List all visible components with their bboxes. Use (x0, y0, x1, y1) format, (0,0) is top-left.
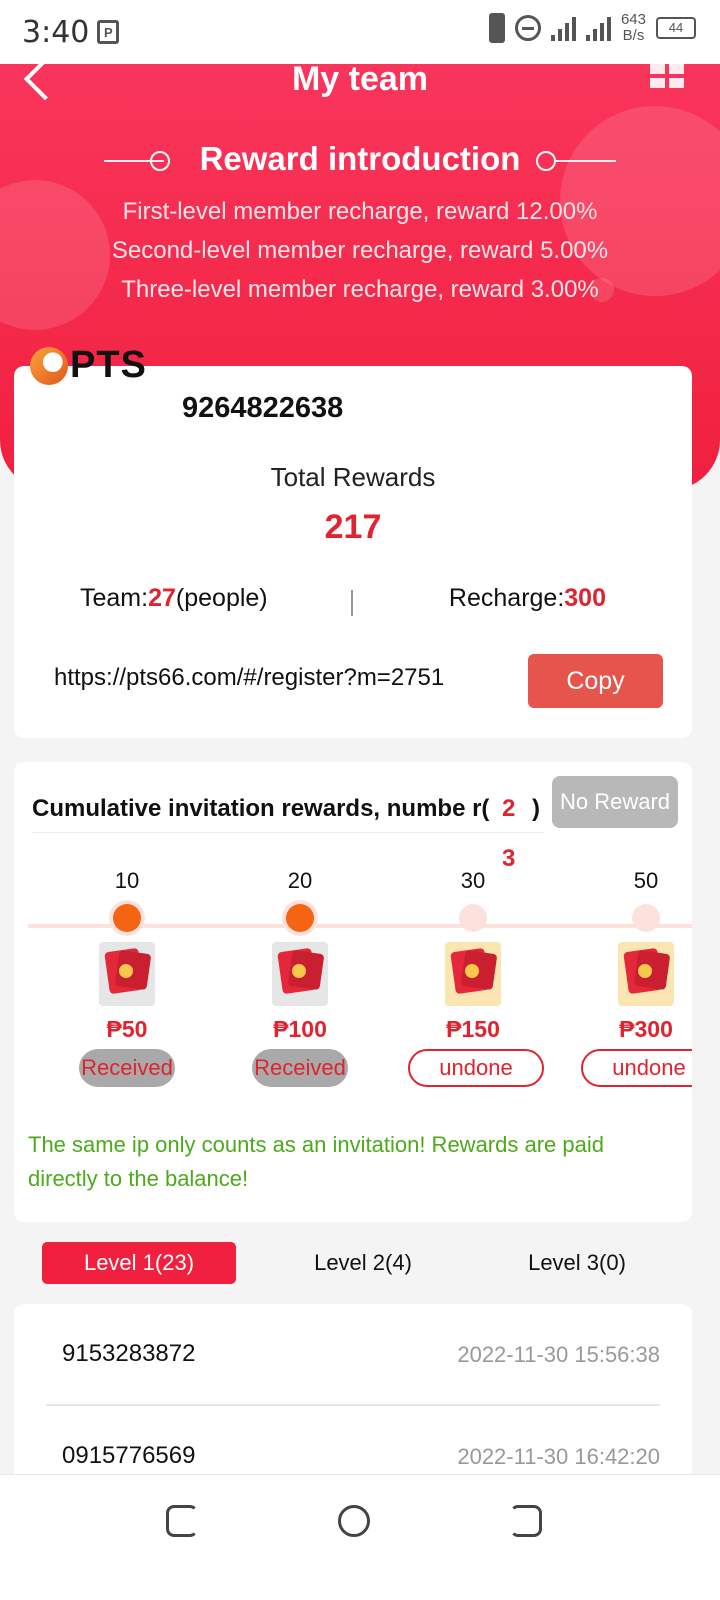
undone-button[interactable]: undone (581, 1049, 692, 1087)
title-underline (32, 832, 544, 833)
notification-icon: P (97, 20, 120, 44)
signal-icon (550, 15, 576, 41)
milestone-dot-done (286, 904, 314, 932)
team-size: Team:27(people) (80, 584, 268, 613)
team-count: 27 (148, 584, 176, 612)
qr-code-icon[interactable] (650, 64, 684, 88)
decor-dot-right (536, 151, 556, 171)
back-icon[interactable] (510, 1505, 542, 1537)
milestone-dot-todo (459, 904, 487, 932)
member-id: 9153283872 (62, 1340, 196, 1367)
home-icon[interactable] (338, 1505, 370, 1537)
invite-link: https://pts66.com/#/register?m=2751 (54, 664, 445, 691)
envelope-icon (445, 942, 501, 1006)
status-bar: 3:40 P 643 B/s 44 (0, 0, 720, 64)
team-label: Team: (80, 584, 149, 612)
level-tabs: Level 1(23) Level 2(4) Level 3(0) (0, 1240, 720, 1286)
milestone-dot-done (113, 904, 141, 932)
pts-logo-icon (30, 346, 68, 385)
tab-level-3[interactable]: Level 3(0) (480, 1242, 674, 1284)
net-speed-unit: B/s (622, 27, 645, 44)
received-badge: Received (252, 1049, 348, 1087)
reward-line-level2: Second-level member recharge, reward 5.0… (111, 237, 609, 264)
decor-line-right (556, 160, 616, 162)
envelope-icon (618, 942, 674, 1006)
envelope-icon (99, 942, 155, 1006)
recharge-label: Recharge: (448, 584, 565, 612)
system-nav-bar (0, 1474, 720, 1600)
recharge-value: 300 (564, 584, 606, 612)
milestone-50: 50 ₱300 undone (581, 868, 692, 1087)
member-join-time: 2022-11-30 16:42:20 (457, 1444, 660, 1469)
pts-logo: PTS (30, 344, 147, 387)
tab-level-2[interactable]: Level 2(4) (266, 1242, 460, 1284)
undone-button[interactable]: undone (408, 1049, 544, 1087)
invitation-title: Cumulative invitation rewards, numbe r( (32, 795, 490, 822)
invitation-rewards-card: Cumulative invitation rewards, numbe r( … (14, 762, 692, 1222)
tab-level-1[interactable]: Level 1(23) (42, 1242, 236, 1284)
do-not-disturb-icon (514, 15, 541, 41)
milestone-10: 10 ₱50 Received (62, 868, 192, 1087)
milestone-20: 20 ₱100 Received (235, 868, 365, 1087)
team-stats: Team:27(people) Recharge:300 (14, 584, 692, 620)
signal-4g-icon (585, 15, 611, 41)
reward-line-level3: Three-level member recharge, reward 3.00… (121, 276, 599, 303)
stats-divider (351, 590, 353, 616)
milestone-dot-todo (632, 904, 660, 932)
milestone-threshold: 50 (633, 868, 659, 893)
net-speed-value: 643 (620, 11, 646, 28)
list-item[interactable]: 9153283872 2022-11-30 15:56:38 (14, 1304, 692, 1406)
vibrate-icon (488, 13, 505, 43)
milestone-threshold: 30 (460, 868, 486, 893)
invitation-close-paren: ) (532, 795, 540, 822)
milestone-amount: ₱300 (619, 1016, 673, 1042)
battery-icon: 44 (656, 17, 696, 39)
reward-intro-title: Reward introduction (199, 140, 521, 177)
milestone-30: 30 ₱150 undone (408, 868, 544, 1087)
copy-button[interactable]: Copy (528, 654, 663, 708)
account-phone: 9264822638 (182, 392, 344, 424)
milestone-threshold: 10 (114, 868, 140, 893)
no-reward-button[interactable]: No Reward (552, 776, 678, 828)
total-rewards-label: Total Rewards (270, 462, 436, 492)
received-badge: Received (79, 1049, 175, 1087)
milestone-amount: ₱100 (273, 1016, 327, 1042)
list-item[interactable]: 0915776569 2022-11-30 16:42:20 (14, 1406, 692, 1484)
total-rewards-value: 217 (324, 508, 382, 546)
reward-intro-lines: First-level member recharge, reward 12.0… (0, 192, 720, 309)
pts-logo-text: PTS (70, 344, 147, 386)
net-speed: 643 B/s (621, 12, 646, 44)
status-time: 3:40 (22, 14, 90, 50)
invitation-note: The same ip only counts as an invitation… (28, 1132, 604, 1191)
reward-line-level1: First-level member recharge, reward 12.0… (122, 198, 598, 225)
member-list: 9153283872 2022-11-30 15:56:38 091577656… (14, 1304, 692, 1484)
recent-apps-icon[interactable] (166, 1505, 198, 1537)
milestone-threshold: 20 (287, 868, 313, 893)
recharge-total: Recharge:300 (449, 584, 606, 613)
envelope-icon (272, 942, 328, 1006)
member-id: 0915776569 (62, 1442, 196, 1469)
account-card: PTS 9264822638 Total Rewards 217 Team:27… (14, 344, 692, 738)
milestone-amount: ₱50 (106, 1016, 148, 1042)
page-title: My team (291, 60, 429, 98)
team-unit: (people) (175, 584, 268, 612)
milestone-amount: ₱150 (446, 1016, 500, 1042)
member-join-time: 2022-11-30 15:56:38 (457, 1342, 660, 1367)
